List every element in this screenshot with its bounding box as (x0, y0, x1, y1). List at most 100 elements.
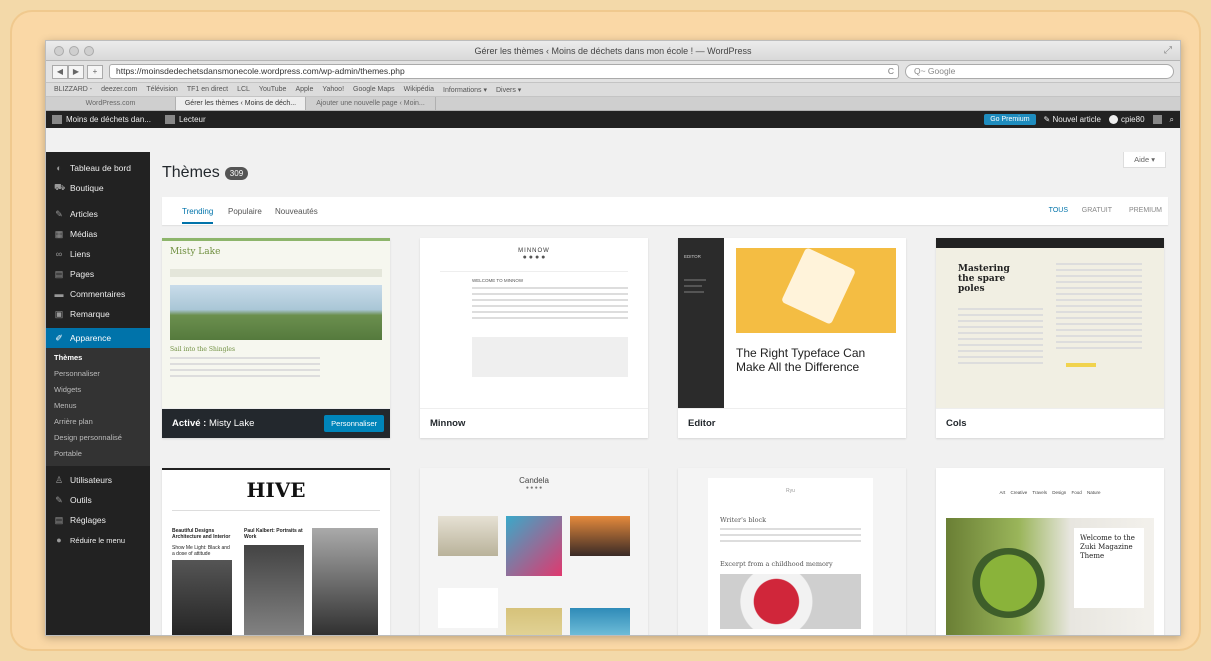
theme-count-badge: 309 (224, 166, 249, 180)
sidebar-item-label: Médias (70, 229, 98, 239)
customize-button[interactable]: Personnaliser (324, 415, 384, 432)
bookmark-item[interactable]: Wikipédia (404, 86, 434, 93)
main-content: Aide ▾ Thèmes 309 Trending Populaire Nou… (150, 152, 1180, 635)
pin-icon: ✎ (55, 208, 63, 219)
sidebar-item-commentaires[interactable]: ▬ Commentaires (46, 284, 150, 304)
window-controls[interactable] (54, 46, 94, 56)
sidebar-item-utilisateurs[interactable]: ♙ Utilisateurs (46, 470, 150, 490)
users-icon: ♙ (54, 474, 64, 485)
theme-card-candela[interactable]: Candela ● ● ● ● (420, 468, 648, 635)
sidebar-item-liens[interactable]: ∞ Liens (46, 244, 150, 264)
sidebar-item-apparence[interactable]: ✐ Apparence (46, 328, 150, 348)
site-menu[interactable]: Moins de déchets dan... (52, 114, 151, 125)
tab-bar: WordPress.com Gérer les thèmes ‹ Moins de… (46, 97, 1180, 111)
sidebar-item-r-glages[interactable]: ▤ Réglages (46, 510, 150, 530)
sidebar-item-tableau-de-bord[interactable]: ◐ Tableau de bord (46, 158, 150, 178)
filter-tous[interactable]: TOUS (1049, 207, 1068, 214)
filter-premium[interactable]: PREMIUM (1129, 207, 1162, 214)
submenu-item[interactable]: Portable (46, 446, 150, 462)
sidebar-item-articles[interactable]: ✎ Articles (46, 204, 150, 224)
back-icon[interactable]: ◀ (52, 64, 68, 79)
help-button[interactable]: Aide ▾ (1123, 152, 1166, 168)
submenu-item[interactable]: Arrière plan (46, 414, 150, 430)
shot-headline: The Right Typeface Can Make All the Diff… (736, 346, 866, 374)
maximize-icon[interactable] (84, 46, 94, 56)
minimize-icon[interactable] (69, 46, 79, 56)
site-name: Moins de déchets dan... (66, 114, 151, 124)
sidebar-item-pages[interactable]: ▤ Pages (46, 264, 150, 284)
forward-icon[interactable]: ▶ (68, 64, 84, 79)
browser-tab[interactable]: WordPress.com (46, 97, 176, 110)
url-text: https://moinsdedechetsdansmonecole.wordp… (116, 66, 405, 76)
go-premium-button[interactable]: Go Premium (984, 114, 1036, 125)
browser-tab[interactable]: Ajouter une nouvelle page ‹ Moin... (306, 97, 436, 110)
address-bar[interactable]: https://moinsdedechetsdansmonecole.wordp… (109, 64, 899, 79)
bookmark-item[interactable]: deezer.com (101, 86, 137, 93)
theme-card-zuki[interactable]: Art Creative Travels Design Food Nature … (936, 468, 1164, 635)
submenu-item[interactable]: Menus (46, 398, 150, 414)
bookmark-item[interactable]: YouTube (259, 86, 287, 93)
bookmark-item[interactable]: Google Maps (353, 86, 395, 93)
bookmark-item[interactable]: Apple (295, 86, 313, 93)
theme-card-editor[interactable]: EDITOR The Right Typeface Can Make All t… (678, 238, 906, 438)
tab-trending[interactable]: Trending (182, 207, 214, 224)
reload-icon[interactable]: C (888, 65, 894, 78)
theme-name: Activé : Misty Lake Personnaliser (162, 408, 390, 438)
search-icon[interactable]: ⌕ (1170, 115, 1174, 125)
sidebar-item-label: Réduire le menu (70, 535, 126, 545)
submenu-item[interactable]: Thèmes (46, 350, 150, 366)
sidebar-item-label: Utilisateurs (70, 475, 113, 485)
appearance-submenu: Thèmes Personnaliser Widgets Menus Arrière p… (46, 348, 150, 466)
user-menu[interactable]: cpie80 (1108, 115, 1145, 125)
theme-card-hive[interactable]: HIVE Beautiful Designs Architecture and … (162, 468, 390, 635)
reader-menu[interactable]: Lecteur (164, 114, 206, 125)
theme-card-misty-lake[interactable]: Misty Lake Sail into the Shingles Activé… (162, 238, 390, 438)
add-tab-icon[interactable]: + (87, 64, 103, 79)
bookmark-item[interactable]: BLIZZARD - (54, 86, 92, 93)
theme-screenshot: Mastering the spare poles (936, 238, 1164, 408)
tab-populaire[interactable]: Populaire (228, 207, 262, 216)
bookmark-item[interactable]: Informations ▾ (443, 86, 487, 94)
window-title: Gérer les thèmes ‹ Moins de déchets dans… (474, 46, 752, 56)
theme-name: Minnow (420, 408, 648, 438)
theme-screenshot: Misty Lake Sail into the Shingles (162, 238, 390, 408)
notifications-icon[interactable] (1152, 115, 1162, 124)
shot-title: Misty Lake (170, 247, 221, 257)
theme-card-cols[interactable]: Mastering the spare poles Cols (936, 238, 1164, 438)
theme-card-minnow[interactable]: MINNOW ● ● ● ● WELCOME TO MINNOW Minnow (420, 238, 648, 438)
close-icon[interactable] (54, 46, 64, 56)
link-icon: ∞ (55, 249, 63, 259)
avatar (1108, 115, 1118, 125)
theme-filter-bar: Trending Populaire Nouveautés TOUS GRATU… (162, 197, 1168, 225)
sidebar-item-outils[interactable]: ✎ Outils (46, 490, 150, 510)
browser-tab[interactable]: Gérer les thèmes ‹ Moins de déch... (176, 97, 306, 110)
sidebar-item-remarque[interactable]: ▣ Remarque (46, 304, 150, 324)
theme-card-writer[interactable]: Ryu Writer's block Excerpt from a childh… (678, 468, 906, 635)
new-post-link[interactable]: ✎ Nouvel article (1044, 115, 1101, 124)
search-input[interactable]: Q~ Google (905, 64, 1174, 79)
settings-icon: ▤ (54, 514, 64, 525)
browser-toolbar: ◀ ▶ + https://moinsdedechetsdansmonecole… (46, 61, 1180, 83)
shot-subtitle-3: Show Me Light: Black and a dose of attit… (172, 545, 230, 557)
theme-name: Cols (936, 408, 1164, 438)
browser-window: Gérer les thèmes ‹ Moins de déchets dans… (45, 40, 1181, 636)
sidebar-item-label: Boutique (70, 183, 104, 193)
sidebar-item-m-dias[interactable]: ▦ Médias (46, 224, 150, 244)
filter-gratuit[interactable]: GRATUIT (1082, 207, 1112, 214)
submenu-item[interactable]: Personnaliser (46, 366, 150, 382)
sidebar-item-r-duire-le-menu[interactable]: ● Réduire le menu (46, 530, 150, 550)
submenu-item[interactable]: Design personnalisé (46, 430, 150, 446)
bookmark-item[interactable]: Divers ▾ (496, 86, 521, 94)
sidebar-item-label: Articles (70, 209, 98, 219)
bookmark-item[interactable]: TF1 en direct (187, 86, 228, 93)
sidebar-item-boutique[interactable]: ⛟ Boutique (46, 178, 150, 198)
submenu-item[interactable]: Widgets (46, 382, 150, 398)
tab-nouveautes[interactable]: Nouveautés (275, 207, 318, 216)
bookmark-item[interactable]: LCL (237, 86, 250, 93)
fullscreen-icon[interactable]: ⤢ (1164, 41, 1172, 61)
shot-subtitle-2: Paul Kalbert: Portraits at Work (244, 528, 303, 540)
bookmark-item[interactable]: Yahoo! (322, 86, 344, 93)
reader-label: Lecteur (178, 114, 206, 124)
bookmark-item[interactable]: Télévision (146, 86, 178, 93)
shot-title: HIVE (246, 478, 306, 502)
